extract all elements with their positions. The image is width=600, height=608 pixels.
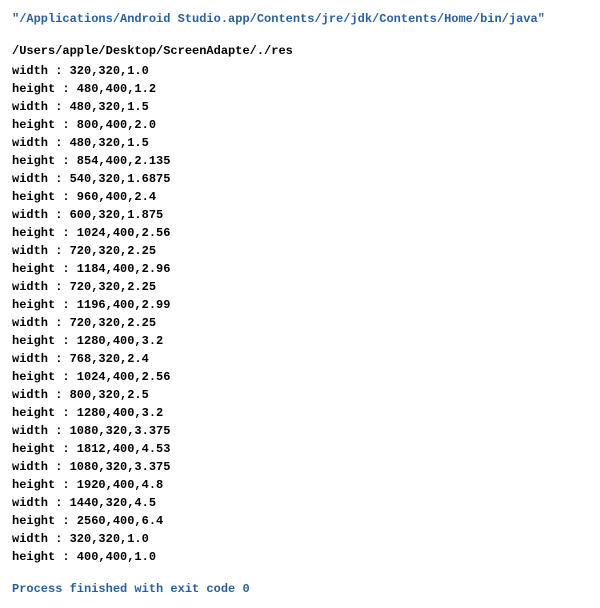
output-line: width : 480,320,1.5 <box>12 134 588 152</box>
java-executable-path: "/Applications/Android Studio.app/Conten… <box>12 10 588 28</box>
output-line: width : 600,320,1.875 <box>12 206 588 224</box>
output-line: width : 720,320,2.25 <box>12 242 588 260</box>
output-line: width : 720,320,2.25 <box>12 314 588 332</box>
output-line: width : 1440,320,4.5 <box>12 494 588 512</box>
output-line: width : 540,320,1.6875 <box>12 170 588 188</box>
output-line: width : 720,320,2.25 <box>12 278 588 296</box>
output-line: width : 1080,320,3.375 <box>12 422 588 440</box>
output-line: width : 768,320,2.4 <box>12 350 588 368</box>
output-line: height : 1184,400,2.96 <box>12 260 588 278</box>
output-line: height : 1024,400,2.56 <box>12 368 588 386</box>
output-line: height : 2560,400,6.4 <box>12 512 588 530</box>
output-line: height : 1280,400,3.2 <box>12 404 588 422</box>
output-line: height : 1280,400,3.2 <box>12 332 588 350</box>
console-output: width : 320,320,1.0height : 480,400,1.2w… <box>12 62 588 566</box>
output-line: width : 800,320,2.5 <box>12 386 588 404</box>
output-line: height : 1920,400,4.8 <box>12 476 588 494</box>
output-line: height : 1812,400,4.53 <box>12 440 588 458</box>
output-line: height : 480,400,1.2 <box>12 80 588 98</box>
output-line: width : 320,320,1.0 <box>12 62 588 80</box>
output-line: width : 480,320,1.5 <box>12 98 588 116</box>
output-line: width : 320,320,1.0 <box>12 530 588 548</box>
output-line: width : 1080,320,3.375 <box>12 458 588 476</box>
output-line: height : 960,400,2.4 <box>12 188 588 206</box>
process-exit-message: Process finished with exit code 0 <box>12 580 588 598</box>
working-directory-path: /Users/apple/Desktop/ScreenAdapte/./res <box>12 42 588 60</box>
output-line: height : 1024,400,2.56 <box>12 224 588 242</box>
output-line: height : 854,400,2.135 <box>12 152 588 170</box>
output-line: height : 400,400,1.0 <box>12 548 588 566</box>
output-line: height : 1196,400,2.99 <box>12 296 588 314</box>
output-line: height : 800,400,2.0 <box>12 116 588 134</box>
